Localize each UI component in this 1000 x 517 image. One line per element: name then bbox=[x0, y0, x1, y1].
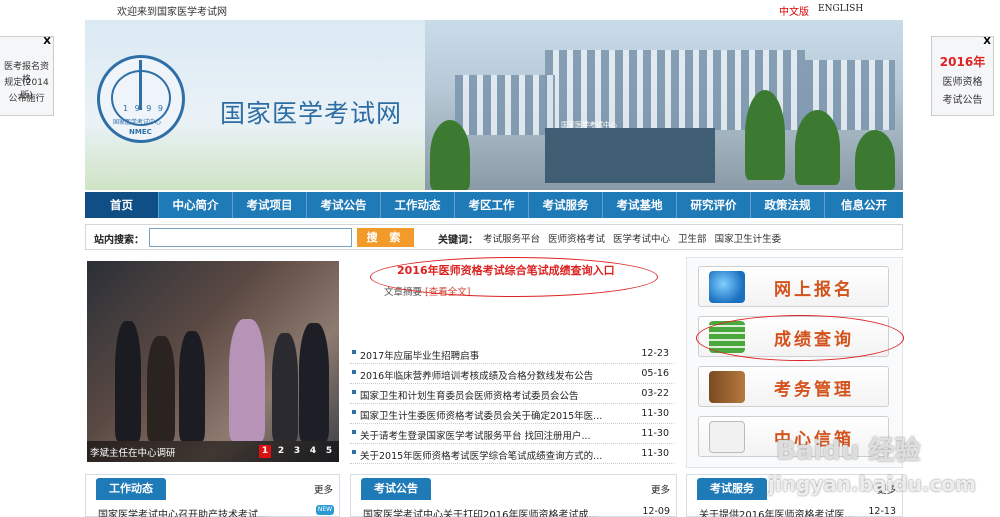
photo-slider[interactable]: 李斌主任在中心调研 1 2 3 4 5 bbox=[87, 261, 339, 462]
search-button[interactable]: 搜 索 bbox=[357, 228, 414, 247]
search-input[interactable] bbox=[149, 228, 352, 247]
nav-item-home[interactable]: 首页 bbox=[85, 192, 159, 218]
panel-date: 12-09 bbox=[642, 506, 670, 517]
news-title[interactable]: 2017年应届毕业生招聘启事 bbox=[360, 348, 615, 362]
close-left-ad-button[interactable]: X bbox=[43, 36, 51, 47]
language-english-link[interactable]: ENGLISH bbox=[818, 4, 863, 14]
keyword-link[interactable]: 卫生部 bbox=[678, 231, 707, 245]
news-list: 2017年应届毕业生招聘启事 12-23 2016年临床营养师培训考核成绩及合格分… bbox=[350, 344, 674, 464]
more-link[interactable]: 更多 bbox=[314, 482, 333, 496]
news-row[interactable]: 国家卫生和计划生育委员会医师资格考试委员会公告 03-22 bbox=[350, 384, 674, 404]
logo-year: 1 9 9 9 bbox=[123, 104, 165, 113]
top-bar: 欢迎来到国家医学考试网 中文版 ENGLISH bbox=[0, 0, 1000, 20]
highlight-oval bbox=[370, 257, 658, 297]
right-ad-line: 考试公告 bbox=[942, 95, 983, 106]
building-photo: 国家医学考试中心 bbox=[425, 20, 903, 190]
caduceus-icon bbox=[139, 60, 142, 110]
keyword-link[interactable]: 国家卫生计生委 bbox=[715, 231, 782, 245]
address-book-icon bbox=[709, 371, 745, 403]
panel-item[interactable]: 国家医学考试中心关于打印2016年医师资格考试成... bbox=[363, 506, 598, 517]
news-title[interactable]: 国家卫生和计划生育委员会医师资格考试委员会公告 bbox=[360, 388, 615, 402]
tab-exam-services[interactable]: 考试服务 bbox=[697, 478, 767, 500]
logo-english-text: NMEC bbox=[129, 128, 152, 136]
right-ad-year: 2016年 bbox=[939, 55, 986, 69]
news-title[interactable]: 国家卫生计生委医师资格考试委员会关于确定2015年医... bbox=[360, 408, 615, 422]
welcome-text: 欢迎来到国家医学考试网 bbox=[117, 7, 227, 18]
nav-item-services[interactable]: 考试服务 bbox=[529, 192, 603, 218]
news-title[interactable]: 2016年临床营养师培训考核成绩及合格分数线发布公告 bbox=[360, 368, 615, 382]
more-link[interactable]: 更多 bbox=[651, 482, 670, 496]
site-title: 国家医学考试网 bbox=[220, 99, 403, 128]
slider-page-2[interactable]: 2 bbox=[275, 445, 287, 458]
globe-icon bbox=[709, 271, 745, 303]
tab-work-news[interactable]: 工作动态 bbox=[96, 478, 166, 500]
work-news-panel: 工作动态 更多 国家医学考试中心召开助产技术考试... NEW bbox=[85, 474, 340, 517]
news-row[interactable]: 关于请考生登录国家医学考试服务平台 找回注册用户... 11-30 bbox=[350, 424, 674, 444]
panel-item[interactable]: 国家医学考试中心召开助产技术考试... bbox=[98, 506, 268, 517]
slider-page-4[interactable]: 4 bbox=[307, 445, 319, 458]
left-floating-ad[interactable]: X 医考报名资格 规定(2014版) 公布施行 bbox=[0, 36, 54, 116]
highlight-oval bbox=[696, 315, 904, 361]
online-registration-button[interactable]: 网上报名 bbox=[698, 266, 889, 307]
news-row[interactable]: 2017年应届毕业生招聘启事 12-23 bbox=[350, 344, 674, 364]
slider-page-5[interactable]: 5 bbox=[323, 445, 335, 458]
slider-page-3[interactable]: 3 bbox=[291, 445, 303, 458]
panel-date: 12-13 bbox=[868, 506, 896, 517]
keywords-list: 考试服务平台 医师资格考试 医学考试中心 卫生部 国家卫生计生委 bbox=[483, 231, 781, 245]
language-chinese-link[interactable]: 中文版 bbox=[779, 3, 809, 18]
right-floating-ad[interactable]: X 2016年 医师资格 考试公告 bbox=[931, 36, 994, 116]
keywords-label: 关键词： bbox=[438, 235, 478, 246]
keyword-link[interactable]: 考试服务平台 bbox=[483, 231, 540, 245]
new-badge: NEW bbox=[316, 505, 334, 515]
exam-notices-panel: 考试公告 更多 国家医学考试中心关于打印2016年医师资格考试成... 12-0… bbox=[350, 474, 677, 517]
right-ad-line: 医师资格 bbox=[942, 77, 983, 88]
keyword-link[interactable]: 医师资格考试 bbox=[548, 231, 605, 245]
site-banner: 国家医学考试中心 1 9 9 9 国家医学考试中心 NMEC 国家医学考试网 bbox=[85, 20, 903, 190]
news-title[interactable]: 关于请考生登录国家医学考试服务平台 找回注册用户... bbox=[360, 428, 615, 442]
news-date: 11-30 bbox=[641, 428, 669, 439]
slider-page-1[interactable]: 1 bbox=[259, 445, 271, 458]
news-row[interactable]: 2016年临床营养师培训考核成绩及合格分数线发布公告 05-16 bbox=[350, 364, 674, 384]
building-sign: 国家医学考试中心 bbox=[561, 121, 617, 129]
search-bar: 站内搜索： 搜 索 关键词： 考试服务平台 医师资格考试 医学考试中心 卫生部 … bbox=[85, 224, 903, 250]
search-label: 站内搜索： bbox=[94, 235, 144, 246]
nav-item-research[interactable]: 研究评价 bbox=[677, 192, 751, 218]
service-label: 考务管理 bbox=[774, 380, 854, 400]
nav-item-notices[interactable]: 考试公告 bbox=[307, 192, 381, 218]
nav-item-policy[interactable]: 政策法规 bbox=[751, 192, 825, 218]
news-date: 03-22 bbox=[641, 388, 669, 399]
nav-item-exams[interactable]: 考试项目 bbox=[233, 192, 307, 218]
logo-chinese-text: 国家医学考试中心 bbox=[113, 119, 162, 126]
nav-item-disclosure[interactable]: 信息公开 bbox=[825, 192, 903, 218]
service-label: 网上报名 bbox=[774, 280, 854, 300]
nav-item-bases[interactable]: 考试基地 bbox=[603, 192, 677, 218]
panel-item[interactable]: 关于提供2016年医师资格考试医... bbox=[699, 506, 854, 517]
news-date: 05-16 bbox=[641, 368, 669, 379]
main-nav: 首页 中心简介 考试项目 考试公告 工作动态 考区工作 考试服务 考试基地 研究… bbox=[85, 192, 903, 218]
nav-item-news[interactable]: 工作动态 bbox=[381, 192, 455, 218]
keyword-link[interactable]: 医学考试中心 bbox=[613, 231, 670, 245]
baidu-watermark: Baidu 经验 bbox=[776, 436, 921, 466]
slider-caption: 李斌主任在中心调研 bbox=[90, 448, 176, 459]
baidu-watermark-url: jingyan.baidu.com bbox=[768, 472, 976, 496]
news-row[interactable]: 国家卫生计生委医师资格考试委员会关于确定2015年医... 11-30 bbox=[350, 404, 674, 424]
news-date: 11-30 bbox=[641, 448, 669, 459]
close-right-ad-button[interactable]: X bbox=[983, 36, 991, 47]
left-ad-line: 公布施行 bbox=[8, 94, 45, 104]
news-title[interactable]: 关于2015年医师资格考试医学综合笔试成绩查询方式的... bbox=[360, 448, 615, 462]
tab-exam-notices[interactable]: 考试公告 bbox=[361, 478, 431, 500]
news-date: 12-23 bbox=[641, 348, 669, 359]
news-row[interactable]: 关于2015年医师资格考试医学综合笔试成绩查询方式的... 11-30 bbox=[350, 444, 674, 464]
nav-item-regions[interactable]: 考区工作 bbox=[455, 192, 529, 218]
nav-item-about[interactable]: 中心简介 bbox=[159, 192, 233, 218]
news-date: 11-30 bbox=[641, 408, 669, 419]
exam-management-button[interactable]: 考务管理 bbox=[698, 366, 889, 407]
mail-icon bbox=[709, 421, 745, 453]
